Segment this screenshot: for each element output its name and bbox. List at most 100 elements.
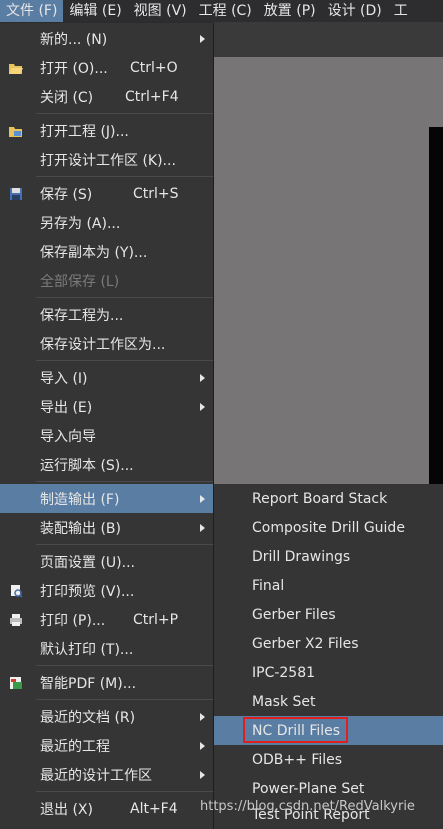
submenu-item-odb-files[interactable]: ODB++ Files bbox=[214, 745, 443, 774]
menu-file[interactable]: 文件 (F) bbox=[0, 0, 64, 22]
submenu-item-gerber-files[interactable]: Gerber Files bbox=[214, 600, 443, 629]
menu-item-save-workspace-as[interactable]: 保存设计工作区为... bbox=[0, 329, 213, 358]
menu-item-import[interactable]: 导入 (I) bbox=[0, 363, 213, 392]
fabrication-outputs-submenu: Report Board Stack Composite Drill Guide… bbox=[214, 484, 443, 829]
menu-separator bbox=[36, 665, 213, 666]
menu-item-page-setup[interactable]: 页面设置 (U)... bbox=[0, 547, 213, 576]
menu-item-label: 打开 (O)... bbox=[40, 60, 108, 77]
submenu-item-report-board-stack[interactable]: Report Board Stack bbox=[214, 484, 443, 513]
menu-item-label: 打开设计工作区 (K)... bbox=[40, 152, 176, 169]
submenu-item-final[interactable]: Final bbox=[214, 571, 443, 600]
menu-item-label: 导出 (E) bbox=[40, 399, 93, 416]
menu-view[interactable]: 视图 (V) bbox=[128, 0, 193, 22]
submenu-item-label: Gerber Files bbox=[252, 606, 336, 623]
menu-item-print[interactable]: 打印 (P)... Ctrl+P bbox=[0, 605, 213, 634]
board-edge bbox=[429, 127, 443, 487]
submenu-item-drill-drawings[interactable]: Drill Drawings bbox=[214, 542, 443, 571]
menu-tools[interactable]: 工 bbox=[388, 0, 414, 22]
pdf-icon bbox=[8, 675, 24, 691]
submenu-item-label: Drill Drawings bbox=[252, 548, 351, 565]
menu-item-new[interactable]: 新的... (N) bbox=[0, 24, 213, 53]
menu-item-close[interactable]: 关闭 (C) Ctrl+F4 bbox=[0, 82, 213, 111]
menu-item-label: 最近的设计工作区 bbox=[40, 767, 152, 784]
menu-item-save[interactable]: 保存 (S) Ctrl+S bbox=[0, 179, 213, 208]
menu-item-print-preview[interactable]: 打印预览 (V)... bbox=[0, 576, 213, 605]
print-preview-icon bbox=[8, 583, 24, 599]
menu-item-save-project-as[interactable]: 保存工程为... bbox=[0, 300, 213, 329]
menu-project[interactable]: 工程 (C) bbox=[193, 0, 258, 22]
menu-design[interactable]: 设计 (D) bbox=[322, 0, 388, 22]
menu-item-label: 最近的工程 bbox=[40, 738, 110, 755]
menu-item-label: 打印预览 (V)... bbox=[40, 583, 135, 600]
menu-separator bbox=[36, 481, 213, 482]
menu-item-label: 另存为 (A)... bbox=[40, 215, 121, 232]
menu-item-default-print[interactable]: 默认打印 (T)... bbox=[0, 634, 213, 663]
menu-item-export[interactable]: 导出 (E) bbox=[0, 392, 213, 421]
menu-item-label: 打印 (P)... bbox=[40, 612, 106, 629]
document-canvas bbox=[214, 57, 443, 487]
submenu-item-label: Power-Plane Set bbox=[252, 780, 365, 797]
menu-item-label: 保存工程为... bbox=[40, 307, 124, 324]
menu-item-smart-pdf[interactable]: 智能PDF (M)... bbox=[0, 668, 213, 697]
menu-bar: 文件 (F) 编辑 (E) 视图 (V) 工程 (C) 放置 (P) 设计 (D… bbox=[0, 0, 443, 22]
submenu-item-label: Final bbox=[252, 577, 285, 594]
submenu-arrow-icon bbox=[200, 523, 205, 532]
menu-item-label: 导入向导 bbox=[40, 428, 96, 445]
file-dropdown-menu: 新的... (N) 打开 (O)... Ctrl+O 关闭 (C) Ctrl+F… bbox=[0, 23, 214, 829]
menu-item-label: 退出 (X) bbox=[40, 801, 93, 818]
menu-separator bbox=[36, 544, 213, 545]
menu-item-open[interactable]: 打开 (O)... Ctrl+O bbox=[0, 53, 213, 82]
menu-separator bbox=[36, 360, 213, 361]
menu-item-save-all: 全部保存 (L) bbox=[0, 266, 213, 295]
submenu-arrow-icon bbox=[200, 770, 205, 779]
menu-item-shortcut: Ctrl+P bbox=[133, 611, 179, 628]
menu-edit[interactable]: 编辑 (E) bbox=[63, 0, 127, 22]
menu-item-label: 智能PDF (M)... bbox=[40, 675, 137, 692]
menu-item-label: 运行脚本 (S)... bbox=[40, 457, 134, 474]
menu-item-label: 导入 (I) bbox=[40, 370, 88, 387]
submenu-item-gerber-x2-files[interactable]: Gerber X2 Files bbox=[214, 629, 443, 658]
menu-item-import-wizard[interactable]: 导入向导 bbox=[0, 421, 213, 450]
submenu-item-label: Composite Drill Guide bbox=[252, 519, 405, 536]
menu-item-exit[interactable]: 退出 (X) Alt+F4 bbox=[0, 794, 213, 823]
menu-item-open-workspace[interactable]: 打开设计工作区 (K)... bbox=[0, 145, 213, 174]
menu-item-label: 保存设计工作区为... bbox=[40, 336, 166, 353]
submenu-arrow-icon bbox=[200, 34, 205, 43]
submenu-item-ipc-2581[interactable]: IPC-2581 bbox=[214, 658, 443, 687]
open-project-icon bbox=[8, 123, 24, 139]
menu-item-label: 装配输出 (B) bbox=[40, 520, 121, 537]
menu-item-fabrication-outputs[interactable]: 制造输出 (F) bbox=[0, 484, 213, 513]
menu-separator bbox=[36, 176, 213, 177]
menu-item-save-as[interactable]: 另存为 (A)... bbox=[0, 208, 213, 237]
submenu-arrow-icon bbox=[200, 373, 205, 382]
menu-item-shortcut: Ctrl+O bbox=[130, 59, 178, 76]
submenu-item-label: Report Board Stack bbox=[252, 490, 388, 507]
menu-item-label: 保存 (S) bbox=[40, 186, 93, 203]
menu-place[interactable]: 放置 (P) bbox=[258, 0, 322, 22]
submenu-item-label: Mask Set bbox=[252, 693, 316, 710]
menu-item-recent-workspaces[interactable]: 最近的设计工作区 bbox=[0, 760, 213, 789]
menu-item-recent-documents[interactable]: 最近的文档 (R) bbox=[0, 702, 213, 731]
save-icon bbox=[8, 186, 24, 202]
menu-item-shortcut: Ctrl+F4 bbox=[125, 88, 179, 105]
menu-item-label: 打开工程 (J)... bbox=[40, 123, 129, 140]
annotation-highlight-box bbox=[243, 717, 348, 743]
menu-item-run-script[interactable]: 运行脚本 (S)... bbox=[0, 450, 213, 479]
menu-item-label: 全部保存 (L) bbox=[40, 273, 120, 290]
submenu-item-composite-drill-guide[interactable]: Composite Drill Guide bbox=[214, 513, 443, 542]
watermark: https://blog.csdn.net/RedValkyrie bbox=[200, 799, 415, 814]
menu-item-label: 最近的文档 (R) bbox=[40, 709, 136, 726]
menu-item-label: 新的... (N) bbox=[40, 31, 108, 48]
menu-separator bbox=[36, 699, 213, 700]
submenu-item-mask-set[interactable]: Mask Set bbox=[214, 687, 443, 716]
printer-icon bbox=[8, 612, 24, 628]
menu-item-assembly-outputs[interactable]: 装配输出 (B) bbox=[0, 513, 213, 542]
menu-separator bbox=[36, 791, 213, 792]
menu-item-label: 页面设置 (U)... bbox=[40, 554, 135, 571]
submenu-item-label: ODB++ Files bbox=[252, 751, 343, 768]
menu-item-open-project[interactable]: 打开工程 (J)... bbox=[0, 116, 213, 145]
menu-item-recent-projects[interactable]: 最近的工程 bbox=[0, 731, 213, 760]
submenu-item-label: Gerber X2 Files bbox=[252, 635, 359, 652]
menu-item-save-copy-as[interactable]: 保存副本为 (Y)... bbox=[0, 237, 213, 266]
submenu-arrow-icon bbox=[200, 712, 205, 721]
